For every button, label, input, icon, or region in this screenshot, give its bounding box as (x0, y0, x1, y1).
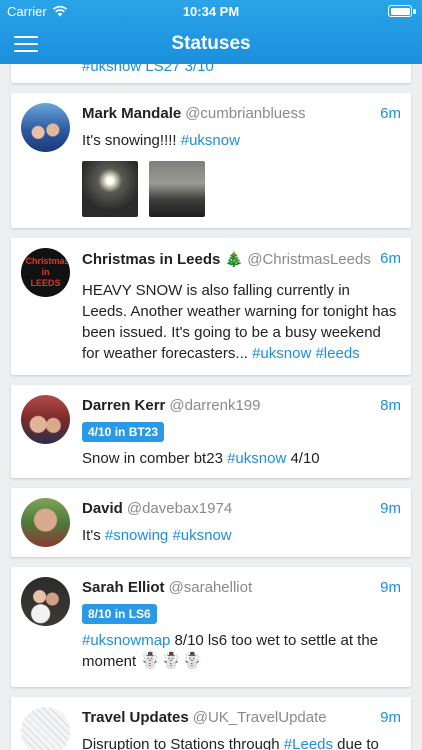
status-feed[interactable]: #uksnow LS27 3/10 Mark Mandale @cumbrianb… (0, 0, 422, 750)
status-text-plain: due to (333, 736, 379, 750)
nav-header: Carrier 10:34 PM Statuses (0, 0, 422, 64)
author-handle[interactable]: @davebax1974 (127, 500, 232, 517)
timestamp: 6m (380, 105, 401, 122)
snow-rating-badge: 8/10 in LS6 (82, 604, 157, 624)
snow-rating-badge: 4/10 in BT23 (82, 422, 165, 442)
status-text: #uksnowmap 8/10 ls6 too wet to settle at… (82, 630, 397, 672)
status-text-plain: It's snowing!!!! (82, 132, 181, 149)
hashtag-link[interactable]: #uksnow (252, 345, 311, 362)
author-name[interactable]: Mark Mandale (82, 105, 181, 122)
author-name[interactable]: Darren Kerr (82, 397, 165, 414)
author-name[interactable]: David (82, 500, 123, 517)
author-handle[interactable]: @UK_TravelUpdate (193, 709, 327, 726)
avatar[interactable] (21, 395, 70, 444)
battery-tip (413, 9, 416, 14)
timestamp: 8m (380, 397, 401, 414)
hashtag-link[interactable]: #uksnow (181, 132, 240, 149)
author-line: David @davebax1974 (82, 500, 232, 517)
status-text: Snow in comber bt23 #uksnow 4/10 (82, 448, 397, 469)
avatar-logo-text: Christmas in LEEDS (25, 256, 70, 288)
author-line: Darren Kerr @darrenk199 (82, 397, 261, 414)
ios-status-bar: Carrier 10:34 PM (0, 0, 422, 22)
status-text-plain: It's (82, 527, 105, 544)
battery-icon (388, 5, 412, 17)
status-card[interactable]: Sarah Elliot @sarahelliot 9m 8/10 in LS6 … (11, 567, 411, 687)
status-text-plain: Snow in comber bt23 (82, 450, 228, 467)
status-card[interactable]: Travel Updates @UK_TravelUpdate 9m Disrup… (11, 697, 411, 750)
avatar[interactable] (21, 103, 70, 152)
author-handle[interactable]: @sarahelliot (169, 579, 253, 596)
status-card[interactable]: Christmas in LEEDS Christmas in Leeds 🎄 @… (11, 238, 411, 375)
avatar[interactable] (21, 577, 70, 626)
author-handle[interactable]: @darrenk199 (169, 397, 260, 414)
photo-thumbnail[interactable] (149, 161, 205, 217)
status-card[interactable]: David @davebax1974 9m It's #snowing #uksn… (11, 488, 411, 557)
status-card[interactable]: Mark Mandale @cumbrianbluess 6m It's snow… (11, 93, 411, 228)
status-time: 10:34 PM (182, 4, 240, 19)
status-text: It's #snowing #uksnow (82, 525, 397, 546)
author-handle[interactable]: @ChristmasLeeds (247, 251, 371, 268)
snowman-emoji: ☃️☃️☃️ (140, 653, 204, 670)
author-name[interactable]: Christmas in Leeds 🎄 (82, 251, 243, 268)
status-text-plain: 4/10 (286, 450, 320, 467)
author-name[interactable]: Sarah Elliot (82, 579, 165, 596)
hashtag-link[interactable]: #uksnow (227, 450, 286, 467)
timestamp: 9m (380, 579, 401, 596)
page-title: Statuses (171, 33, 251, 54)
hashtag-link[interactable]: #snowing (105, 527, 168, 544)
timestamp: 6m (380, 250, 401, 267)
author-line: Christmas in Leeds 🎄 @ChristmasLeeds (82, 250, 371, 268)
author-line: Mark Mandale @cumbrianbluess (82, 105, 305, 122)
status-card[interactable]: Darren Kerr @darrenk199 8m 4/10 in BT23 S… (11, 385, 411, 478)
status-text: It's snowing!!!! #uksnow (82, 130, 397, 151)
status-text: HEAVY SNOW is also falling currently in … (82, 280, 397, 364)
hashtag-link[interactable]: #leeds (315, 345, 359, 362)
status-text-plain: Disruption to Stations through (82, 736, 284, 750)
author-handle[interactable]: @cumbrianbluess (185, 105, 305, 122)
author-line: Travel Updates @UK_TravelUpdate (82, 709, 327, 726)
author-name[interactable]: Travel Updates (82, 709, 189, 726)
hashtag-link[interactable]: #uksnowmap (82, 632, 170, 649)
hashtag-link[interactable]: #uksnow (172, 527, 231, 544)
timestamp: 9m (380, 709, 401, 726)
hashtag-link[interactable]: #Leeds (284, 736, 333, 750)
timestamp: 9m (380, 500, 401, 517)
status-text: Disruption to Stations through #Leeds du… (82, 734, 397, 750)
avatar[interactable] (21, 707, 70, 750)
author-line: Sarah Elliot @sarahelliot (82, 579, 252, 596)
avatar[interactable]: Christmas in LEEDS (21, 248, 70, 297)
avatar[interactable] (21, 498, 70, 547)
photo-thumbnail[interactable] (82, 161, 138, 217)
